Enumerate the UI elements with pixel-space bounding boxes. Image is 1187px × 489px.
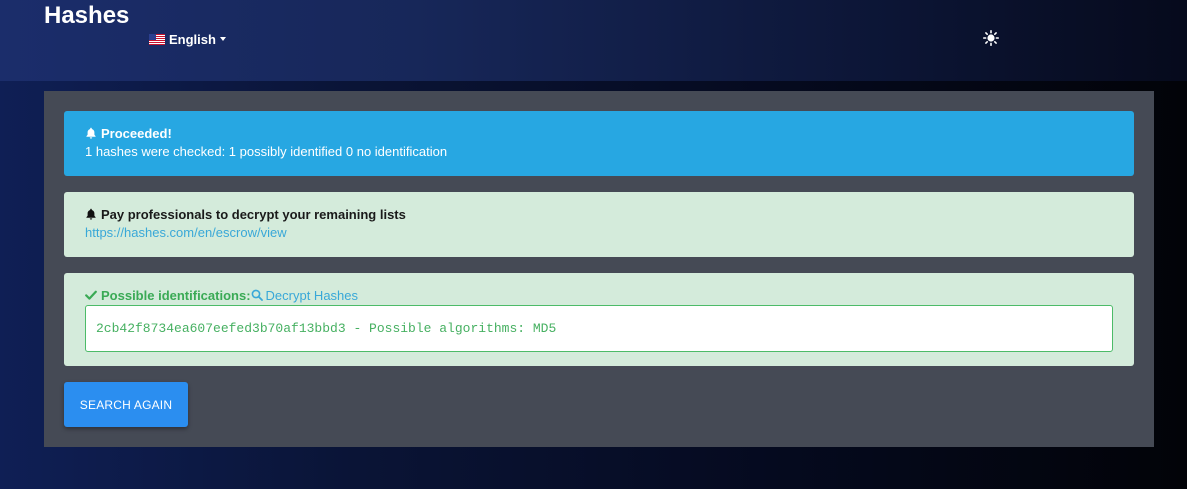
proceeded-alert: Proceeded! 1 hashes were checked: 1 poss… (64, 111, 1134, 176)
theme-toggle-button[interactable] (983, 30, 999, 46)
language-dropdown[interactable]: English (149, 31, 226, 47)
check-icon (85, 290, 97, 300)
proceeded-title: Proceeded! (101, 125, 172, 141)
bell-icon (86, 208, 96, 220)
search-icon (251, 289, 263, 301)
language-label: English (169, 31, 216, 47)
bell-icon (86, 127, 96, 139)
chevron-down-icon (219, 37, 226, 41)
identification-alert: Possible identifications: Decrypt Hashes… (64, 273, 1134, 366)
us-flag-icon (149, 33, 165, 45)
escrow-link[interactable]: https://hashes.com/en/escrow/view (85, 225, 287, 240)
escrow-alert: Pay professionals to decrypt your remain… (64, 192, 1134, 257)
top-navbar: Hashes English (0, 0, 1187, 81)
decrypt-hashes-link[interactable]: Decrypt Hashes (251, 288, 358, 303)
search-again-button[interactable]: SEARCH AGAIN (64, 382, 188, 427)
sun-icon (983, 30, 999, 46)
decrypt-hashes-label: Decrypt Hashes (265, 287, 359, 303)
identification-label: Possible identifications: (101, 287, 251, 303)
proceeded-message: 1 hashes were checked: 1 possibly identi… (85, 144, 448, 159)
escrow-title: Pay professionals to decrypt your remain… (101, 206, 406, 222)
results-panel: Proceeded! 1 hashes were checked: 1 poss… (44, 91, 1154, 447)
identification-result-box[interactable]: 2cb42f8734ea607eefed3b70af13bbd3 - Possi… (85, 305, 1113, 352)
site-brand[interactable]: Hashes (44, 2, 129, 30)
